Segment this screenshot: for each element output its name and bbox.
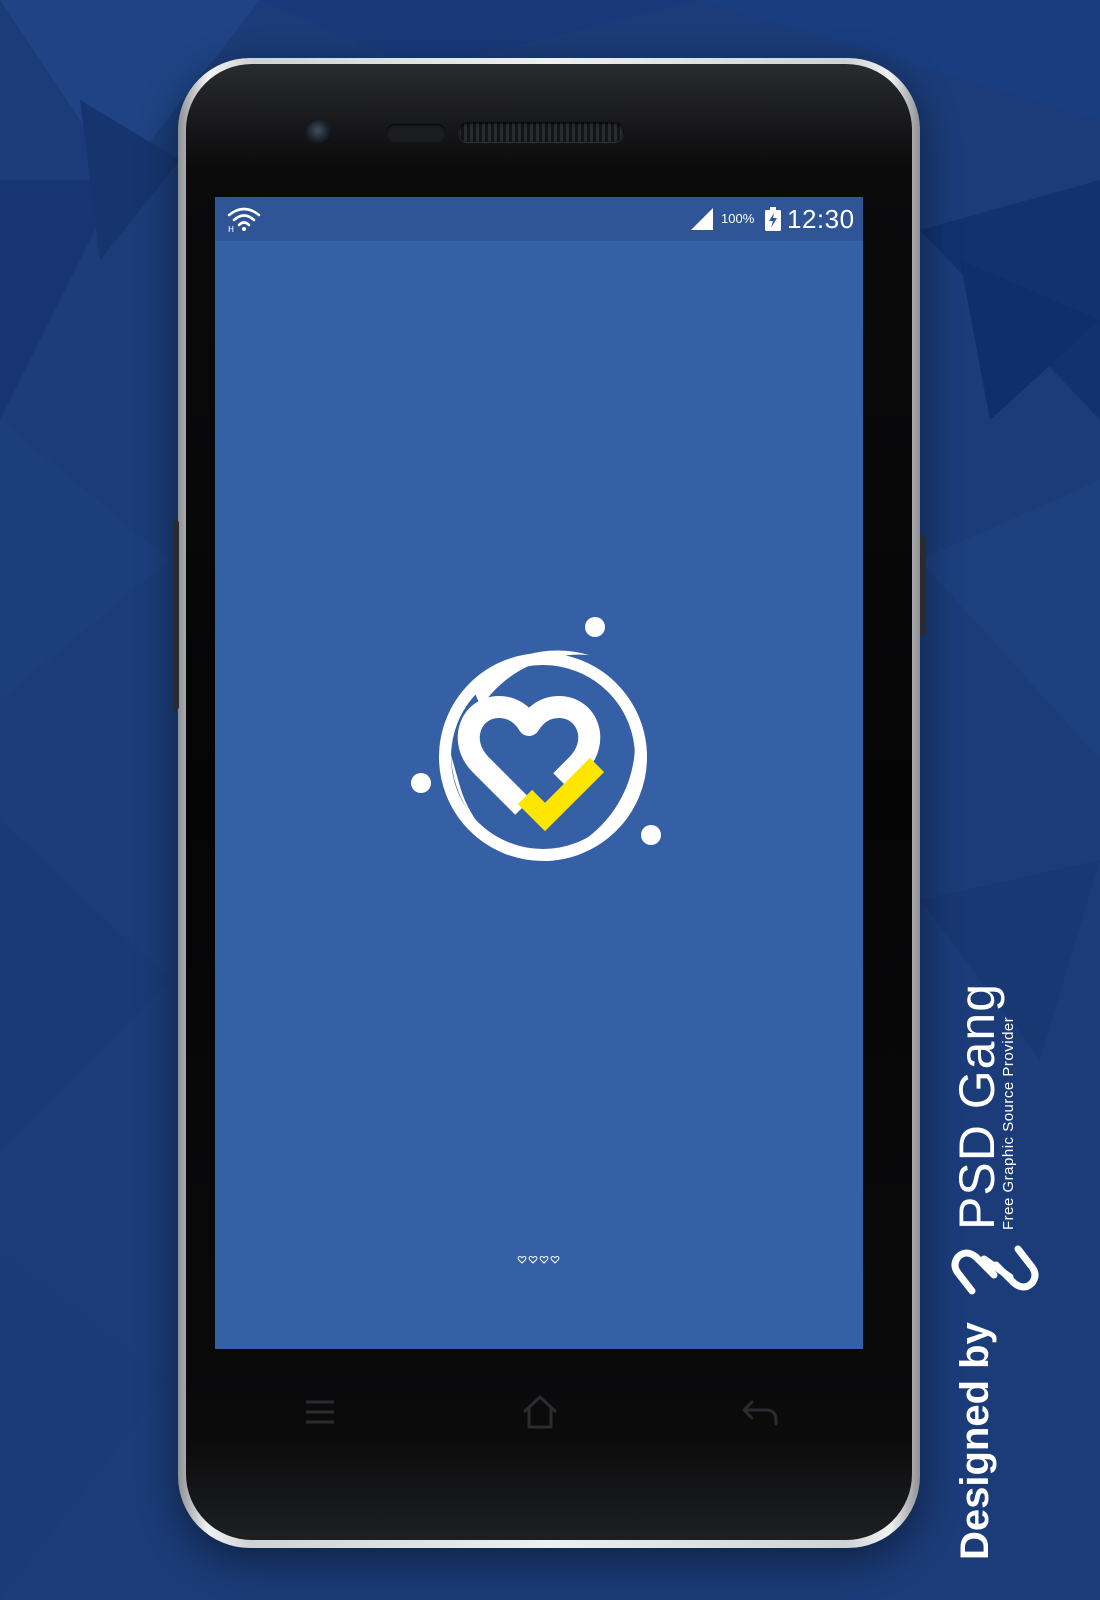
psd-gang-logo: [951, 1245, 1039, 1295]
power-button: [920, 536, 926, 636]
home-icon[interactable]: [520, 1392, 560, 1432]
watermark-tagline: Free Graphic Source Provider: [1000, 1016, 1017, 1230]
menu-icon[interactable]: [300, 1392, 340, 1432]
status-bar: H 100% 12:30: [215, 197, 863, 241]
heart-checkmark-logo: [411, 617, 661, 861]
hardware-nav-bar: [186, 1350, 912, 1470]
wifi-icon: H: [227, 207, 261, 233]
phone-screen: H 100% 12:30: [215, 197, 863, 1349]
back-arrow-icon[interactable]: [740, 1392, 780, 1432]
proximity-sensor: [386, 124, 446, 142]
front-camera: [306, 120, 332, 146]
watermark-brand: PSD Gang: [949, 982, 1005, 1230]
watermark-designed-by: Designed by: [953, 1322, 997, 1560]
svg-text:H: H: [228, 225, 234, 233]
battery-percent: 100%: [721, 211, 755, 226]
earpiece-speaker: [458, 122, 624, 142]
volume-button: [173, 520, 179, 710]
battery-charging-icon: [765, 207, 781, 231]
loading-hearts-indicator: [517, 1255, 560, 1264]
status-clock: 12:30: [787, 204, 855, 234]
cell-signal-icon: [691, 208, 713, 230]
